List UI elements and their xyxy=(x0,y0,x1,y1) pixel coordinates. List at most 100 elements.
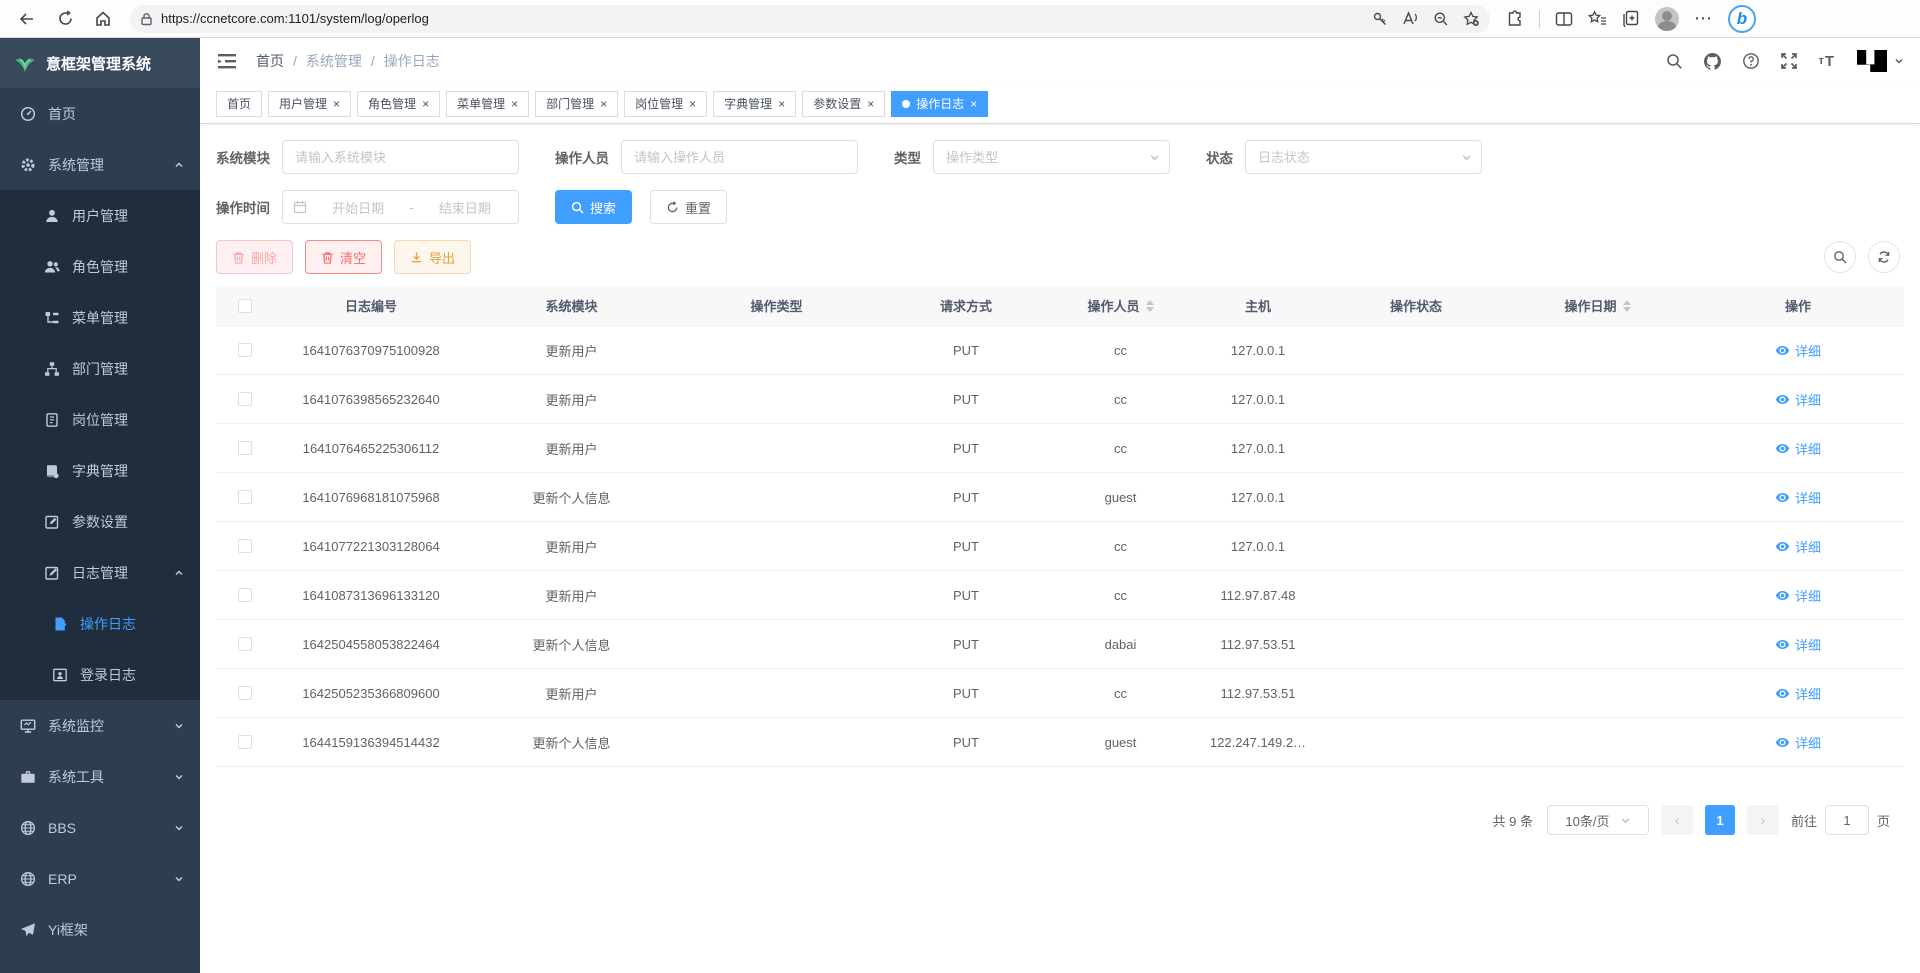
sidebar-item-role[interactable]: 角色管理 xyxy=(0,241,200,292)
operator-filter-input[interactable] xyxy=(621,140,858,174)
sidebar-item-yiframe[interactable]: Yi框架 xyxy=(0,904,200,955)
tab-首页[interactable]: 首页 xyxy=(216,91,262,117)
favorites-bar-icon[interactable] xyxy=(1588,10,1607,27)
detail-link[interactable]: 详细 xyxy=(1775,684,1821,703)
sidebar-item-logmgr[interactable]: 日志管理 xyxy=(0,547,200,598)
home-icon[interactable] xyxy=(86,4,120,34)
collections-icon[interactable] xyxy=(1622,10,1640,27)
sort-icon[interactable] xyxy=(1623,300,1631,312)
read-aloud-icon[interactable] xyxy=(1402,11,1419,26)
breadcrumb-item[interactable]: 系统管理 xyxy=(306,51,362,71)
tab-操作日志[interactable]: 操作日志× xyxy=(891,91,988,117)
close-icon[interactable]: × xyxy=(511,97,518,111)
sidebar-item-dict[interactable]: 字典管理 xyxy=(0,445,200,496)
row-checkbox[interactable] xyxy=(238,539,252,553)
close-icon[interactable]: × xyxy=(333,97,340,111)
status-filter-select[interactable] xyxy=(1245,140,1482,174)
detail-link[interactable]: 详细 xyxy=(1775,733,1821,752)
refresh-table-button[interactable] xyxy=(1868,241,1900,273)
sidebar-item-dept[interactable]: 部门管理 xyxy=(0,343,200,394)
sidebar-item-bbs[interactable]: BBS xyxy=(0,802,200,853)
yi-framework-logo[interactable] xyxy=(1855,48,1904,74)
close-icon[interactable]: × xyxy=(422,97,429,111)
github-icon[interactable] xyxy=(1703,52,1722,71)
sidebar-item-post[interactable]: 岗位管理 xyxy=(0,394,200,445)
sidebar-item-erp[interactable]: ERP xyxy=(0,853,200,904)
sort-icon[interactable] xyxy=(1146,300,1154,312)
tab-角色管理[interactable]: 角色管理× xyxy=(357,91,440,117)
delete-button[interactable]: 删除 xyxy=(216,240,293,274)
add-favorite-icon[interactable] xyxy=(1463,11,1480,27)
date-range-picker[interactable]: 开始日期 - 结束日期 xyxy=(282,190,519,224)
detail-link[interactable]: 详细 xyxy=(1775,635,1821,654)
sidebar-item-loginlog[interactable]: 登录日志 xyxy=(0,649,200,700)
search-button[interactable]: 搜索 xyxy=(555,190,632,224)
tab-字典管理[interactable]: 字典管理× xyxy=(713,91,796,117)
sidebar-item-operlog[interactable]: 操作日志 xyxy=(0,598,200,649)
close-icon[interactable]: × xyxy=(689,97,696,111)
row-checkbox[interactable] xyxy=(238,637,252,651)
detail-link[interactable]: 详细 xyxy=(1775,341,1821,360)
export-button[interactable]: 导出 xyxy=(394,240,471,274)
detail-link[interactable]: 详细 xyxy=(1775,586,1821,605)
column-header-date[interactable]: 操作日期 xyxy=(1503,296,1692,315)
select-all-checkbox[interactable] xyxy=(238,299,252,313)
tab-岗位管理[interactable]: 岗位管理× xyxy=(624,91,707,117)
tab-用户管理[interactable]: 用户管理× xyxy=(268,91,351,117)
page-size-select[interactable]: 10条/页 xyxy=(1547,805,1649,835)
next-page-button[interactable]: › xyxy=(1747,805,1779,835)
goto-page-input[interactable] xyxy=(1825,805,1869,835)
help-icon[interactable] xyxy=(1742,52,1760,70)
type-filter-select[interactable] xyxy=(933,140,1170,174)
refresh-icon[interactable] xyxy=(48,4,82,34)
more-menu-icon[interactable]: ⋯ xyxy=(1694,8,1713,29)
module-filter-input[interactable] xyxy=(282,140,519,174)
row-checkbox[interactable] xyxy=(238,441,252,455)
sidebar-collapse-icon[interactable] xyxy=(216,50,238,72)
page-number-button[interactable]: 1 xyxy=(1705,805,1735,835)
clear-button[interactable]: 清空 xyxy=(305,240,382,274)
zoom-out-icon[interactable] xyxy=(1433,11,1449,27)
sidebar-item-user[interactable]: 用户管理 xyxy=(0,190,200,241)
close-icon[interactable]: × xyxy=(778,97,785,111)
prev-page-button[interactable]: ‹ xyxy=(1661,805,1693,835)
detail-link[interactable]: 详细 xyxy=(1775,390,1821,409)
sidebar-item-menu[interactable]: 菜单管理 xyxy=(0,292,200,343)
sidebar-item-tools[interactable]: 系统工具 xyxy=(0,751,200,802)
extensions-icon[interactable] xyxy=(1506,10,1524,28)
column-header-operator[interactable]: 操作人员 xyxy=(1054,296,1187,315)
detail-link[interactable]: 详细 xyxy=(1775,439,1821,458)
detail-link[interactable]: 详细 xyxy=(1775,488,1821,507)
sidebar-item-param[interactable]: 参数设置 xyxy=(0,496,200,547)
row-checkbox[interactable] xyxy=(238,588,252,602)
font-size-icon[interactable]: тT xyxy=(1818,53,1835,70)
bing-sidebar-icon[interactable]: b xyxy=(1728,5,1756,33)
row-checkbox[interactable] xyxy=(238,686,252,700)
profile-avatar[interactable] xyxy=(1655,7,1679,31)
fullscreen-icon[interactable] xyxy=(1780,52,1798,70)
close-icon[interactable]: × xyxy=(867,97,874,111)
sidebar-item-home[interactable]: 首页 xyxy=(0,88,200,139)
row-checkbox[interactable] xyxy=(238,490,252,504)
breadcrumb-item[interactable]: 操作日志 xyxy=(384,51,440,71)
tab-菜单管理[interactable]: 菜单管理× xyxy=(446,91,529,117)
sidebar-item-monitor[interactable]: 系统监控 xyxy=(0,700,200,751)
row-checkbox[interactable] xyxy=(238,735,252,749)
show-search-toggle-button[interactable] xyxy=(1824,241,1856,273)
date-end-placeholder[interactable]: 结束日期 xyxy=(422,198,508,217)
tab-部门管理[interactable]: 部门管理× xyxy=(535,91,618,117)
close-icon[interactable]: × xyxy=(970,97,977,111)
search-icon[interactable] xyxy=(1666,53,1683,70)
password-key-icon[interactable] xyxy=(1372,11,1388,27)
detail-link[interactable]: 详细 xyxy=(1775,537,1821,556)
sidebar-item-system[interactable]: 系统管理 xyxy=(0,139,200,190)
row-checkbox[interactable] xyxy=(238,343,252,357)
reset-button[interactable]: 重置 xyxy=(650,190,727,224)
date-start-placeholder[interactable]: 开始日期 xyxy=(315,198,401,217)
split-screen-icon[interactable] xyxy=(1555,11,1573,27)
back-icon[interactable] xyxy=(10,4,44,34)
address-bar[interactable]: https://ccnetcore.com:1101/system/log/op… xyxy=(130,5,1490,33)
url-text[interactable]: https://ccnetcore.com:1101/system/log/op… xyxy=(161,11,1364,26)
breadcrumb-item[interactable]: 首页 xyxy=(256,51,284,71)
close-icon[interactable]: × xyxy=(600,97,607,111)
